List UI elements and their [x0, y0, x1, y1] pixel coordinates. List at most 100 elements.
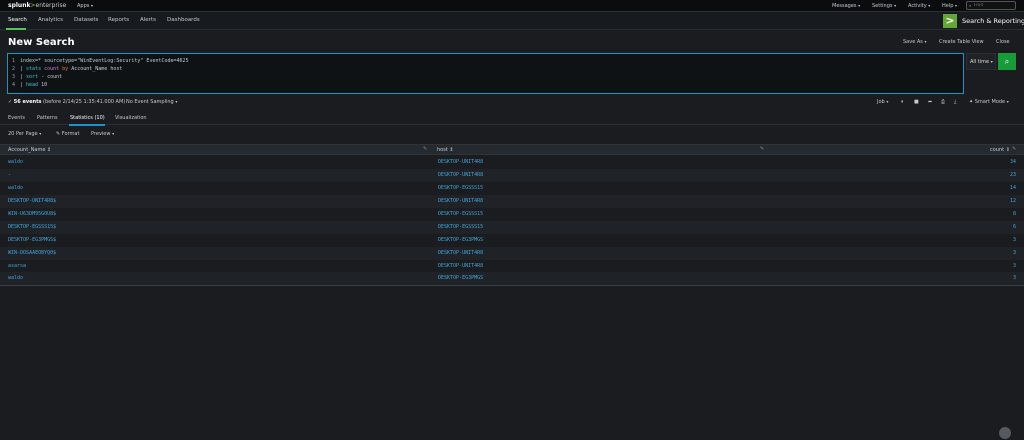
query-command: head [26, 82, 42, 88]
nav-tab-alerts[interactable]: Alerts [140, 17, 156, 23]
query-fields: Account_Name host [71, 66, 123, 72]
cell-account[interactable]: WIN-U63DM95G0U8$ [8, 211, 56, 217]
cell-count[interactable]: 23 [986, 172, 1016, 178]
save-as-button[interactable]: Save As ▾ [903, 39, 927, 45]
find-box: ⌕ [966, 1, 1016, 10]
cell-account[interactable]: DESKTOP-EGSSS15$ [8, 224, 56, 230]
format-button[interactable]: ✎ Format [56, 131, 79, 137]
caret-down-icon: ▾ [858, 3, 861, 8]
cell-count[interactable]: 6 [986, 224, 1016, 230]
preview-dropdown[interactable]: Preview ▾ [91, 131, 114, 137]
tab-patterns[interactable]: Patterns [37, 115, 58, 121]
nav-tab-search[interactable]: Search [8, 17, 27, 23]
close-button[interactable]: Close [996, 39, 1010, 45]
sort-icon: ⇕ [1005, 147, 1010, 153]
caret-down-icon: ▾ [175, 99, 178, 104]
cell-count[interactable]: 12 [986, 198, 1016, 204]
cell-count[interactable]: 14 [986, 185, 1016, 191]
column-header-count[interactable]: count ⇕ [990, 147, 1010, 153]
nav-tab-reports[interactable]: Reports [108, 17, 129, 23]
cell-account[interactable]: DESKTOP-UNIT4R8$ [8, 198, 56, 204]
cell-account[interactable]: waldo [8, 275, 23, 281]
find-input[interactable] [974, 2, 1014, 9]
nav-tab-datasets[interactable]: Datasets [74, 17, 98, 23]
cell-host[interactable]: DESKTOP-EG3PMGS [438, 237, 483, 243]
table-row: WIN-DOSAAEOBYQ0$ DESKTOP-UNIT4R8 3 [0, 247, 1024, 260]
cell-host[interactable]: DESKTOP-EGSSS15 [438, 185, 483, 191]
nav-tab-analytics[interactable]: Analytics [38, 17, 63, 23]
cell-count[interactable]: 3 [986, 250, 1016, 256]
splunk-logo[interactable]: splunk>enterprise [8, 2, 66, 9]
print-icon[interactable]: ⎙ [941, 99, 945, 105]
cell-count[interactable]: 3 [986, 263, 1016, 269]
save-as-label: Save As [903, 39, 923, 45]
smart-mode-dropdown[interactable]: ✦ Smart Mode ▾ [969, 99, 1009, 105]
edit-column-icon[interactable]: ✎ [423, 146, 427, 152]
table-row: DESKTOP-UNIT4R8$ DESKTOP-UNIT4R8 12 [0, 195, 1024, 208]
format-label: Format [61, 131, 80, 137]
cell-count[interactable]: 3 [986, 237, 1016, 243]
event-sampling-dropdown[interactable]: No Event Sampling ▾ [126, 99, 177, 105]
apps-menu[interactable]: Apps ▾ [77, 3, 93, 9]
per-page-dropdown[interactable]: 20 Per Page ▾ [8, 131, 41, 137]
header-label: count [990, 147, 1005, 153]
settings-menu[interactable]: Settings ▾ [872, 3, 896, 9]
table-bottom-border [0, 285, 1024, 286]
cell-account[interactable]: - [8, 172, 11, 178]
app-name[interactable]: Search & Reporting [962, 17, 1024, 25]
per-page-label: 20 Per Page [8, 131, 38, 137]
stop-icon[interactable]: ■ [914, 99, 919, 105]
query-line-3: 3 | sort - count [12, 74, 62, 81]
table-header [0, 144, 1024, 155]
create-table-view-button[interactable]: Create Table View [939, 39, 984, 45]
cell-host[interactable]: DESKTOP-UNIT4R8 [438, 198, 483, 204]
header-label: host [437, 147, 448, 153]
cell-host[interactable]: DESKTOP-EGSSS15 [438, 224, 483, 230]
caret-down-icon: ▾ [924, 39, 927, 44]
tab-statistics[interactable]: Statistics (10) [70, 115, 105, 121]
cell-host[interactable]: DESKTOP-EG3PMGS [438, 275, 483, 281]
floating-action-button[interactable] [999, 427, 1011, 439]
query-line-1: 1 index=* sourcetype="WinEventLog:Securit… [12, 58, 189, 65]
cell-account[interactable]: DESKTOP-EG3PMGS$ [8, 237, 56, 243]
cell-count[interactable]: 8 [986, 211, 1016, 217]
activity-menu[interactable]: Activity ▾ [908, 3, 930, 9]
column-header-account-name[interactable]: Account_Name ⇕ [8, 147, 51, 153]
job-label: Job [877, 99, 885, 105]
cell-count[interactable]: 34 [986, 159, 1016, 165]
messages-menu[interactable]: Messages ▾ [832, 3, 860, 9]
cell-account[interactable]: asarsa [8, 263, 26, 269]
share-icon[interactable]: ➦ [928, 99, 932, 105]
table-row: waldo DESKTOP-UNIT4R8 34 [0, 156, 1024, 169]
job-menu[interactable]: Job ▾ [877, 99, 888, 105]
sort-icon: ⇕ [47, 147, 52, 153]
edit-column-icon[interactable]: ✎ [1012, 146, 1016, 152]
edit-column-icon[interactable]: ✎ [760, 146, 764, 152]
query-function: count [44, 66, 63, 72]
messages-label: Messages [832, 3, 857, 9]
cell-count[interactable]: 3 [986, 275, 1016, 281]
cell-account[interactable]: WIN-DOSAAEOBYQ0$ [8, 250, 56, 256]
pause-icon[interactable]: ⏸ [901, 99, 904, 105]
cell-host[interactable]: DESKTOP-UNIT4R8 [438, 159, 483, 165]
search-submit-button[interactable]: ⌕ [998, 53, 1016, 70]
cell-account[interactable]: waldo [8, 185, 23, 191]
time-range-picker[interactable]: All time ▾ [966, 53, 996, 70]
search-icon: ⌕ [1004, 57, 1010, 66]
cell-account[interactable]: waldo [8, 159, 23, 165]
tab-events[interactable]: Events [8, 115, 25, 121]
event-count-status: ✓ 56 events (before 2/14/25 1:35:41.000 … [8, 99, 126, 105]
tab-visualization[interactable]: Visualization [115, 115, 147, 121]
cell-host[interactable]: DESKTOP-UNIT4R8 [438, 172, 483, 178]
caret-down-icon: ▾ [894, 3, 897, 8]
cell-host[interactable]: DESKTOP-UNIT4R8 [438, 250, 483, 256]
cell-host[interactable]: DESKTOP-UNIT4R8 [438, 263, 483, 269]
cell-host[interactable]: DESKTOP-EGSSS15 [438, 211, 483, 217]
nav-tab-dashboards[interactable]: Dashboards [167, 17, 200, 23]
export-icon[interactable]: ⤓ [954, 99, 956, 105]
column-header-host[interactable]: host ⇕ [437, 147, 454, 153]
bulb-icon: ✦ [969, 99, 974, 105]
line-number: 3 [12, 74, 16, 80]
search-query-editor[interactable]: 1 index=* sourcetype="WinEventLog:Securit… [7, 53, 964, 94]
help-menu[interactable]: Help ▾ [942, 3, 957, 9]
